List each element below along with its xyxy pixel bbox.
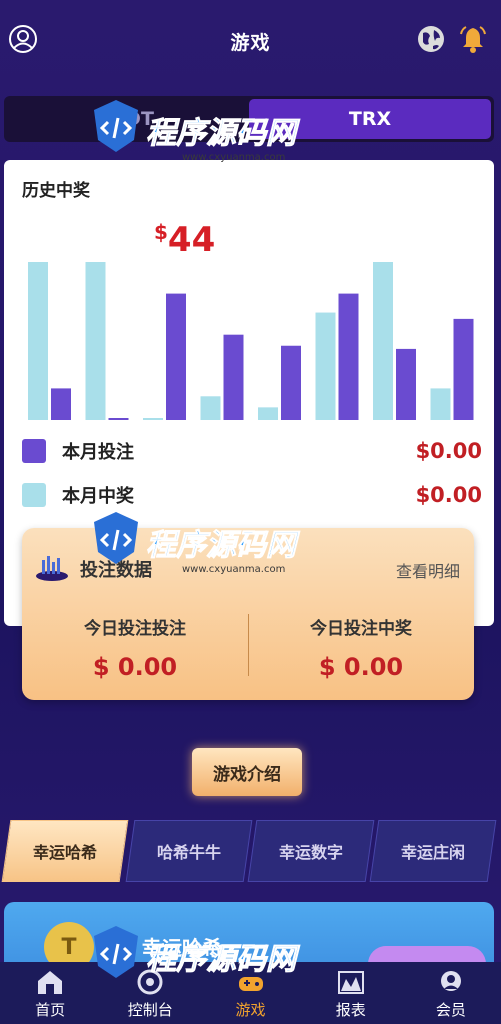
- legend-win-swatch: [22, 483, 46, 507]
- bar-bet-2: [108, 418, 129, 420]
- history-title: 历史中奖: [22, 181, 90, 201]
- game-intro-button[interactable]: 游戏介绍: [192, 748, 302, 796]
- tab-usdt[interactable]: USDT: [4, 96, 246, 142]
- history-amount: $44: [154, 220, 215, 260]
- today-win-label: 今日投注中奖: [310, 619, 412, 639]
- app-header: 游戏: [0, 0, 501, 82]
- bar-win-8: [430, 388, 451, 420]
- globe-icon[interactable]: [416, 24, 446, 54]
- legend-bet-label: 本月投注: [62, 442, 134, 463]
- nav-home-label: 首页: [35, 1001, 66, 1019]
- console-icon: [137, 969, 163, 995]
- bar-win-5: [258, 407, 278, 420]
- bar-win-1: [28, 262, 48, 420]
- legend-bet: 本月投注 $0.00: [22, 436, 482, 466]
- today-bet-stat: 今日投注投注 $ 0.00: [22, 614, 248, 681]
- today-win-value: $ 0.00: [318, 653, 404, 681]
- bar-bet-4: [223, 334, 244, 420]
- amount-currency: $: [154, 220, 168, 244]
- nav-games-label: 游戏: [235, 1001, 266, 1019]
- gamepad-icon: [238, 977, 263, 991]
- tab-lucky-banker-label: 幸运庄闲: [400, 843, 465, 862]
- bar-bet-7: [396, 348, 416, 420]
- chart-icon: [337, 971, 364, 994]
- nav-home[interactable]: 首页: [0, 962, 100, 1024]
- bar-win-6: [315, 312, 336, 420]
- history-bar-chart: [28, 262, 474, 420]
- nav-member-label: 会员: [435, 1001, 466, 1019]
- legend-bet-swatch: [22, 439, 46, 463]
- game-tabs: 幸运哈希 哈希牛牛 幸运数字 幸运庄闲: [1, 820, 499, 882]
- legend-win: 本月中奖 $0.00: [22, 480, 482, 510]
- legend-bet-value: $0.00: [415, 439, 482, 463]
- nav-games[interactable]: 游戏: [200, 962, 300, 1024]
- bar-win-3: [143, 418, 163, 420]
- nav-reports[interactable]: 报表: [301, 962, 401, 1024]
- today-bet-label: 今日投注投注: [84, 619, 186, 639]
- bar-win-4: [200, 396, 221, 420]
- today-win-stat: 今日投注中奖 $ 0.00: [248, 614, 474, 681]
- bet-stats-card: 投注数据 查看明细 今日投注投注 $ 0.00 今日投注中奖 $ 0.00: [22, 528, 474, 700]
- tab-lucky-banker[interactable]: 幸运庄闲: [369, 820, 497, 882]
- tab-trx[interactable]: TRX: [249, 99, 491, 139]
- member-icon: [440, 971, 461, 991]
- bar-bet-8: [453, 318, 474, 420]
- today-bet-value: $ 0.00: [92, 653, 178, 681]
- home-icon: [38, 971, 63, 994]
- nav-reports-label: 报表: [335, 1001, 366, 1019]
- bottom-nav: 首页 控制台 游戏 报表 会员: [0, 962, 501, 1024]
- legend-win-label: 本月中奖: [62, 486, 134, 507]
- tab-hash-niuniu-label: 哈希牛牛: [156, 843, 221, 862]
- nav-console-label: 控制台: [127, 1001, 173, 1019]
- tab-lucky-number[interactable]: 幸运数字: [247, 820, 375, 882]
- tab-lucky-number-label: 幸运数字: [278, 843, 343, 862]
- bar-stats-icon: [36, 556, 68, 581]
- bar-bet-3: [166, 293, 186, 420]
- bar-bet-5: [281, 345, 301, 420]
- stats-title: 投注数据: [80, 560, 152, 581]
- bell-icon[interactable]: [458, 24, 488, 54]
- currency-tabs: USDT TRX: [4, 96, 494, 142]
- legend-win-value: $0.00: [415, 483, 482, 507]
- tab-lucky-hash[interactable]: 幸运哈希: [1, 820, 129, 882]
- view-details-link[interactable]: 查看明细: [396, 558, 460, 582]
- amount-value: 44: [167, 220, 216, 260]
- tab-lucky-hash-label: 幸运哈希: [32, 843, 97, 862]
- bar-bet-6: [338, 293, 359, 420]
- nav-console[interactable]: 控制台: [100, 962, 200, 1024]
- bar-win-2: [85, 262, 106, 420]
- tab-hash-niuniu[interactable]: 哈希牛牛: [125, 820, 253, 882]
- bar-bet-1: [51, 388, 71, 420]
- nav-member[interactable]: 会员: [401, 962, 501, 1024]
- game-card-title: 幸运哈希: [142, 936, 222, 960]
- bar-win-7: [373, 262, 393, 420]
